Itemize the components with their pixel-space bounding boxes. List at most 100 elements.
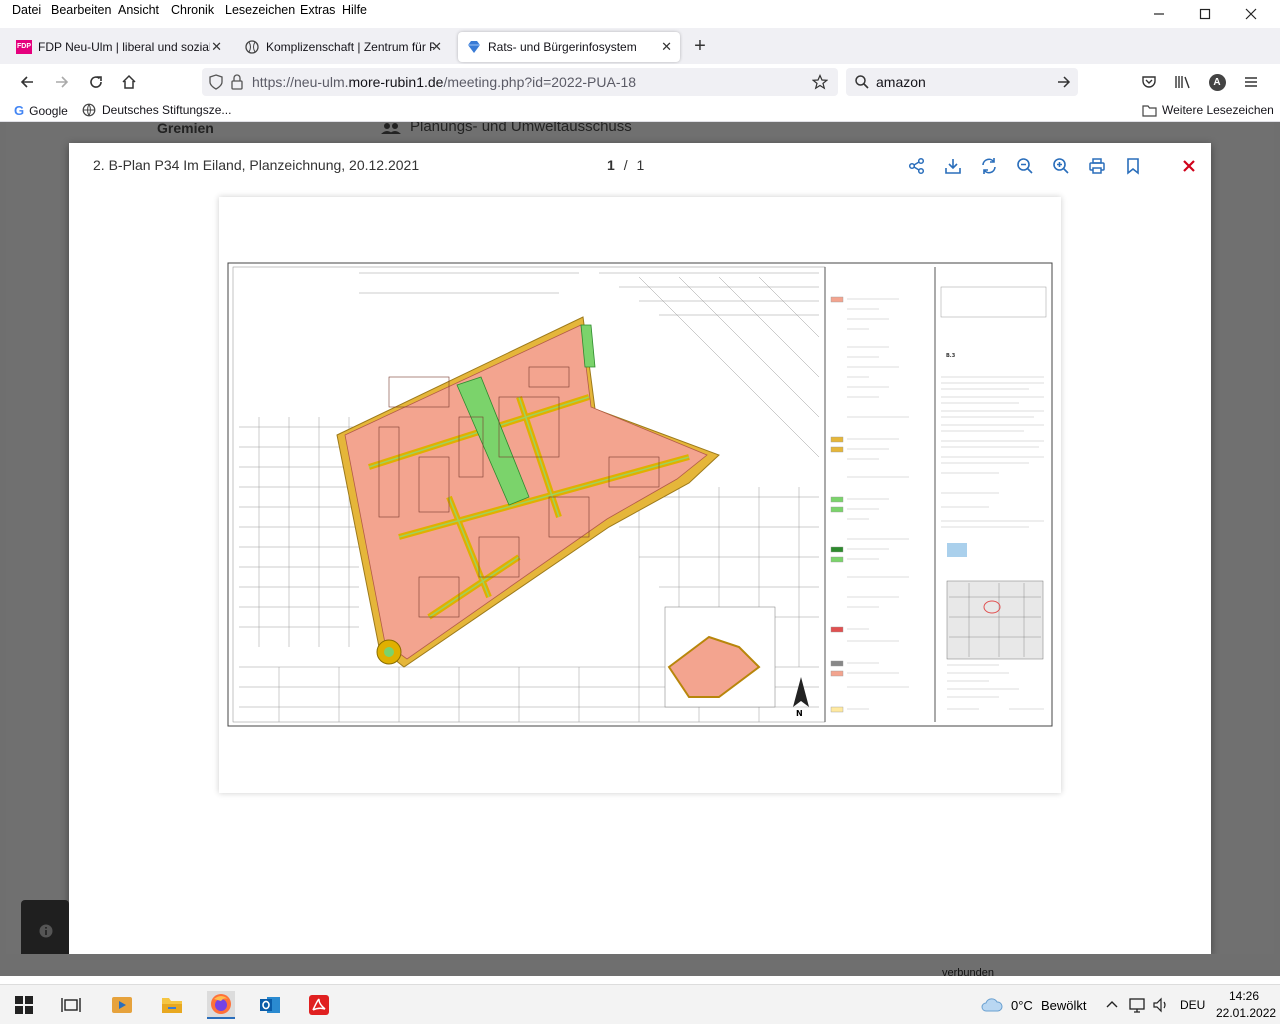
network-icon[interactable]	[1128, 997, 1146, 1013]
zoom-out-button[interactable]	[1014, 155, 1036, 177]
search-input[interactable]: amazon	[876, 74, 926, 90]
firefox-icon	[211, 994, 231, 1014]
fdp-favicon: FDP	[16, 40, 32, 54]
task-view-icon	[61, 998, 81, 1012]
url-bar[interactable]: https://neu-ulm.more-rubin1.de/meeting.p…	[202, 68, 838, 96]
pocket-icon	[1142, 76, 1156, 88]
menu-datei[interactable]: Datei	[12, 3, 41, 17]
chevron-up-icon[interactable]	[1106, 999, 1118, 1009]
url-path: /meeting.php?id=2022-PUA-18	[443, 74, 637, 90]
other-bookmarks-folder[interactable]: Weitere Lesezeichen	[1142, 103, 1274, 117]
window-close-button[interactable]	[1228, 0, 1274, 28]
pdf-page: N B.3	[219, 197, 1061, 793]
zoom-out-icon	[1017, 158, 1033, 174]
menu-bearbeiten[interactable]: Bearbeiten	[51, 3, 111, 17]
menu-ansicht[interactable]: Ansicht	[118, 3, 159, 17]
star-bookmark-icon[interactable]	[812, 74, 828, 90]
maximize-icon	[1199, 8, 1211, 20]
home-button[interactable]	[116, 70, 142, 94]
tab-label: Rats- und Bürgerinfosystem	[488, 40, 637, 54]
rotate-button[interactable]	[978, 155, 1000, 177]
bookmark-stiftungszentrum[interactable]: Deutsches Stiftungsze...	[82, 103, 231, 117]
hamburger-menu-button[interactable]	[1238, 70, 1264, 94]
bookmark-google[interactable]: G Google	[14, 103, 68, 118]
connection-status: verbunden	[942, 967, 994, 979]
minimize-icon	[1154, 13, 1164, 15]
shield-icon[interactable]	[208, 74, 224, 90]
print-button[interactable]	[1086, 155, 1108, 177]
close-icon	[1183, 160, 1195, 172]
viewer-toolbar: 2. B-Plan P34 Im Eiland, Planzeichnung, …	[69, 143, 1211, 187]
folder-icon	[1142, 104, 1157, 117]
menu-chronik[interactable]: Chronik	[171, 3, 214, 17]
zoom-in-button[interactable]	[1050, 155, 1072, 177]
windows-logo-icon	[15, 996, 33, 1014]
google-icon: G	[14, 103, 25, 118]
tab-close-icon[interactable]: ✕	[661, 39, 672, 55]
globe-favicon-icon	[245, 40, 259, 54]
menu-hilfe[interactable]: Hilfe	[342, 3, 367, 17]
weather-description[interactable]: Bewölkt	[1041, 998, 1087, 1013]
account-button[interactable]: A	[1204, 70, 1230, 94]
file-explorer-taskbar-button[interactable]	[158, 991, 186, 1019]
clock-time[interactable]: 14:26	[1229, 989, 1259, 1003]
tab-close-icon[interactable]: ✕	[211, 39, 222, 55]
committee-name: Planungs- und Umweltausschuss	[410, 122, 632, 135]
group-icon	[381, 123, 401, 134]
svg-text:N: N	[796, 709, 803, 718]
outlook-taskbar-button[interactable]	[256, 991, 284, 1019]
outlook-icon	[260, 997, 280, 1013]
speaker-icon[interactable]	[1152, 997, 1170, 1013]
share-button[interactable]	[906, 155, 928, 177]
minimize-button[interactable]	[1136, 0, 1182, 28]
account-avatar: A	[1208, 73, 1226, 91]
pocket-button[interactable]	[1136, 70, 1162, 94]
document-viewport[interactable]: N B.3	[69, 187, 1211, 954]
arrow-right-icon	[56, 76, 69, 88]
menu-lesezeichen[interactable]: Lesezeichen	[225, 3, 295, 17]
cloud-icon	[981, 998, 1003, 1012]
folder-icon	[162, 998, 182, 1013]
refresh-icon	[982, 158, 996, 174]
acrobat-taskbar-button[interactable]	[305, 991, 333, 1019]
menu-bar: Datei Bearbeiten Ansicht Chronik Lesezei…	[0, 0, 1280, 22]
zoom-in-icon	[1053, 158, 1069, 174]
page-separator: /	[623, 157, 628, 173]
tab-strip: FDP FDP Neu-Ulm | liberal und sozial ✕ K…	[0, 28, 1280, 64]
weather-temperature[interactable]: 0°C	[1011, 998, 1033, 1013]
search-bar[interactable]: amazon	[846, 68, 1078, 96]
navigation-toolbar: https://neu-ulm.more-rubin1.de/meeting.p…	[0, 64, 1280, 100]
new-tab-button[interactable]: +	[688, 34, 712, 58]
hamburger-icon	[1245, 77, 1257, 87]
printer-icon	[1089, 158, 1105, 174]
window-close-icon	[1245, 8, 1257, 20]
search-icon	[855, 75, 869, 89]
diamond-favicon-icon	[468, 41, 480, 53]
bookmark-icon	[1127, 158, 1139, 175]
reload-button[interactable]	[83, 70, 109, 94]
tab-close-icon[interactable]: ✕	[431, 39, 442, 55]
forward-button[interactable]	[49, 70, 75, 94]
start-button[interactable]	[10, 991, 38, 1019]
clock-date[interactable]: 22.01.2022	[1216, 1006, 1276, 1020]
tab-ratsinfo[interactable]: Rats- und Bürgerinfosystem ✕	[458, 32, 680, 62]
firefox-taskbar-button[interactable]	[207, 991, 235, 1019]
bookmarks-toolbar: G Google Deutsches Stiftungsze... Weiter…	[0, 100, 1280, 122]
current-page: 1	[607, 157, 615, 173]
library-button[interactable]	[1170, 70, 1196, 94]
bookmark-button[interactable]	[1122, 155, 1144, 177]
tab-fdp[interactable]: FDP FDP Neu-Ulm | liberal und sozial ✕	[8, 32, 230, 62]
tab-komplizenschaft[interactable]: Komplizenschaft | Zentrum für P ✕	[236, 32, 450, 62]
media-player-taskbar-button[interactable]	[108, 991, 136, 1019]
menu-extras[interactable]: Extras	[300, 3, 335, 17]
bookmark-label: Weitere Lesezeichen	[1162, 103, 1274, 117]
task-view-button[interactable]	[57, 991, 85, 1019]
media-player-icon	[112, 997, 132, 1013]
back-button[interactable]	[14, 70, 40, 94]
maximize-button[interactable]	[1182, 0, 1228, 28]
lock-icon[interactable]	[230, 74, 244, 90]
viewer-close-button[interactable]	[1178, 155, 1200, 177]
input-language[interactable]: DEU	[1180, 998, 1205, 1012]
download-button[interactable]	[942, 155, 964, 177]
arrow-right-icon[interactable]	[1056, 74, 1072, 90]
